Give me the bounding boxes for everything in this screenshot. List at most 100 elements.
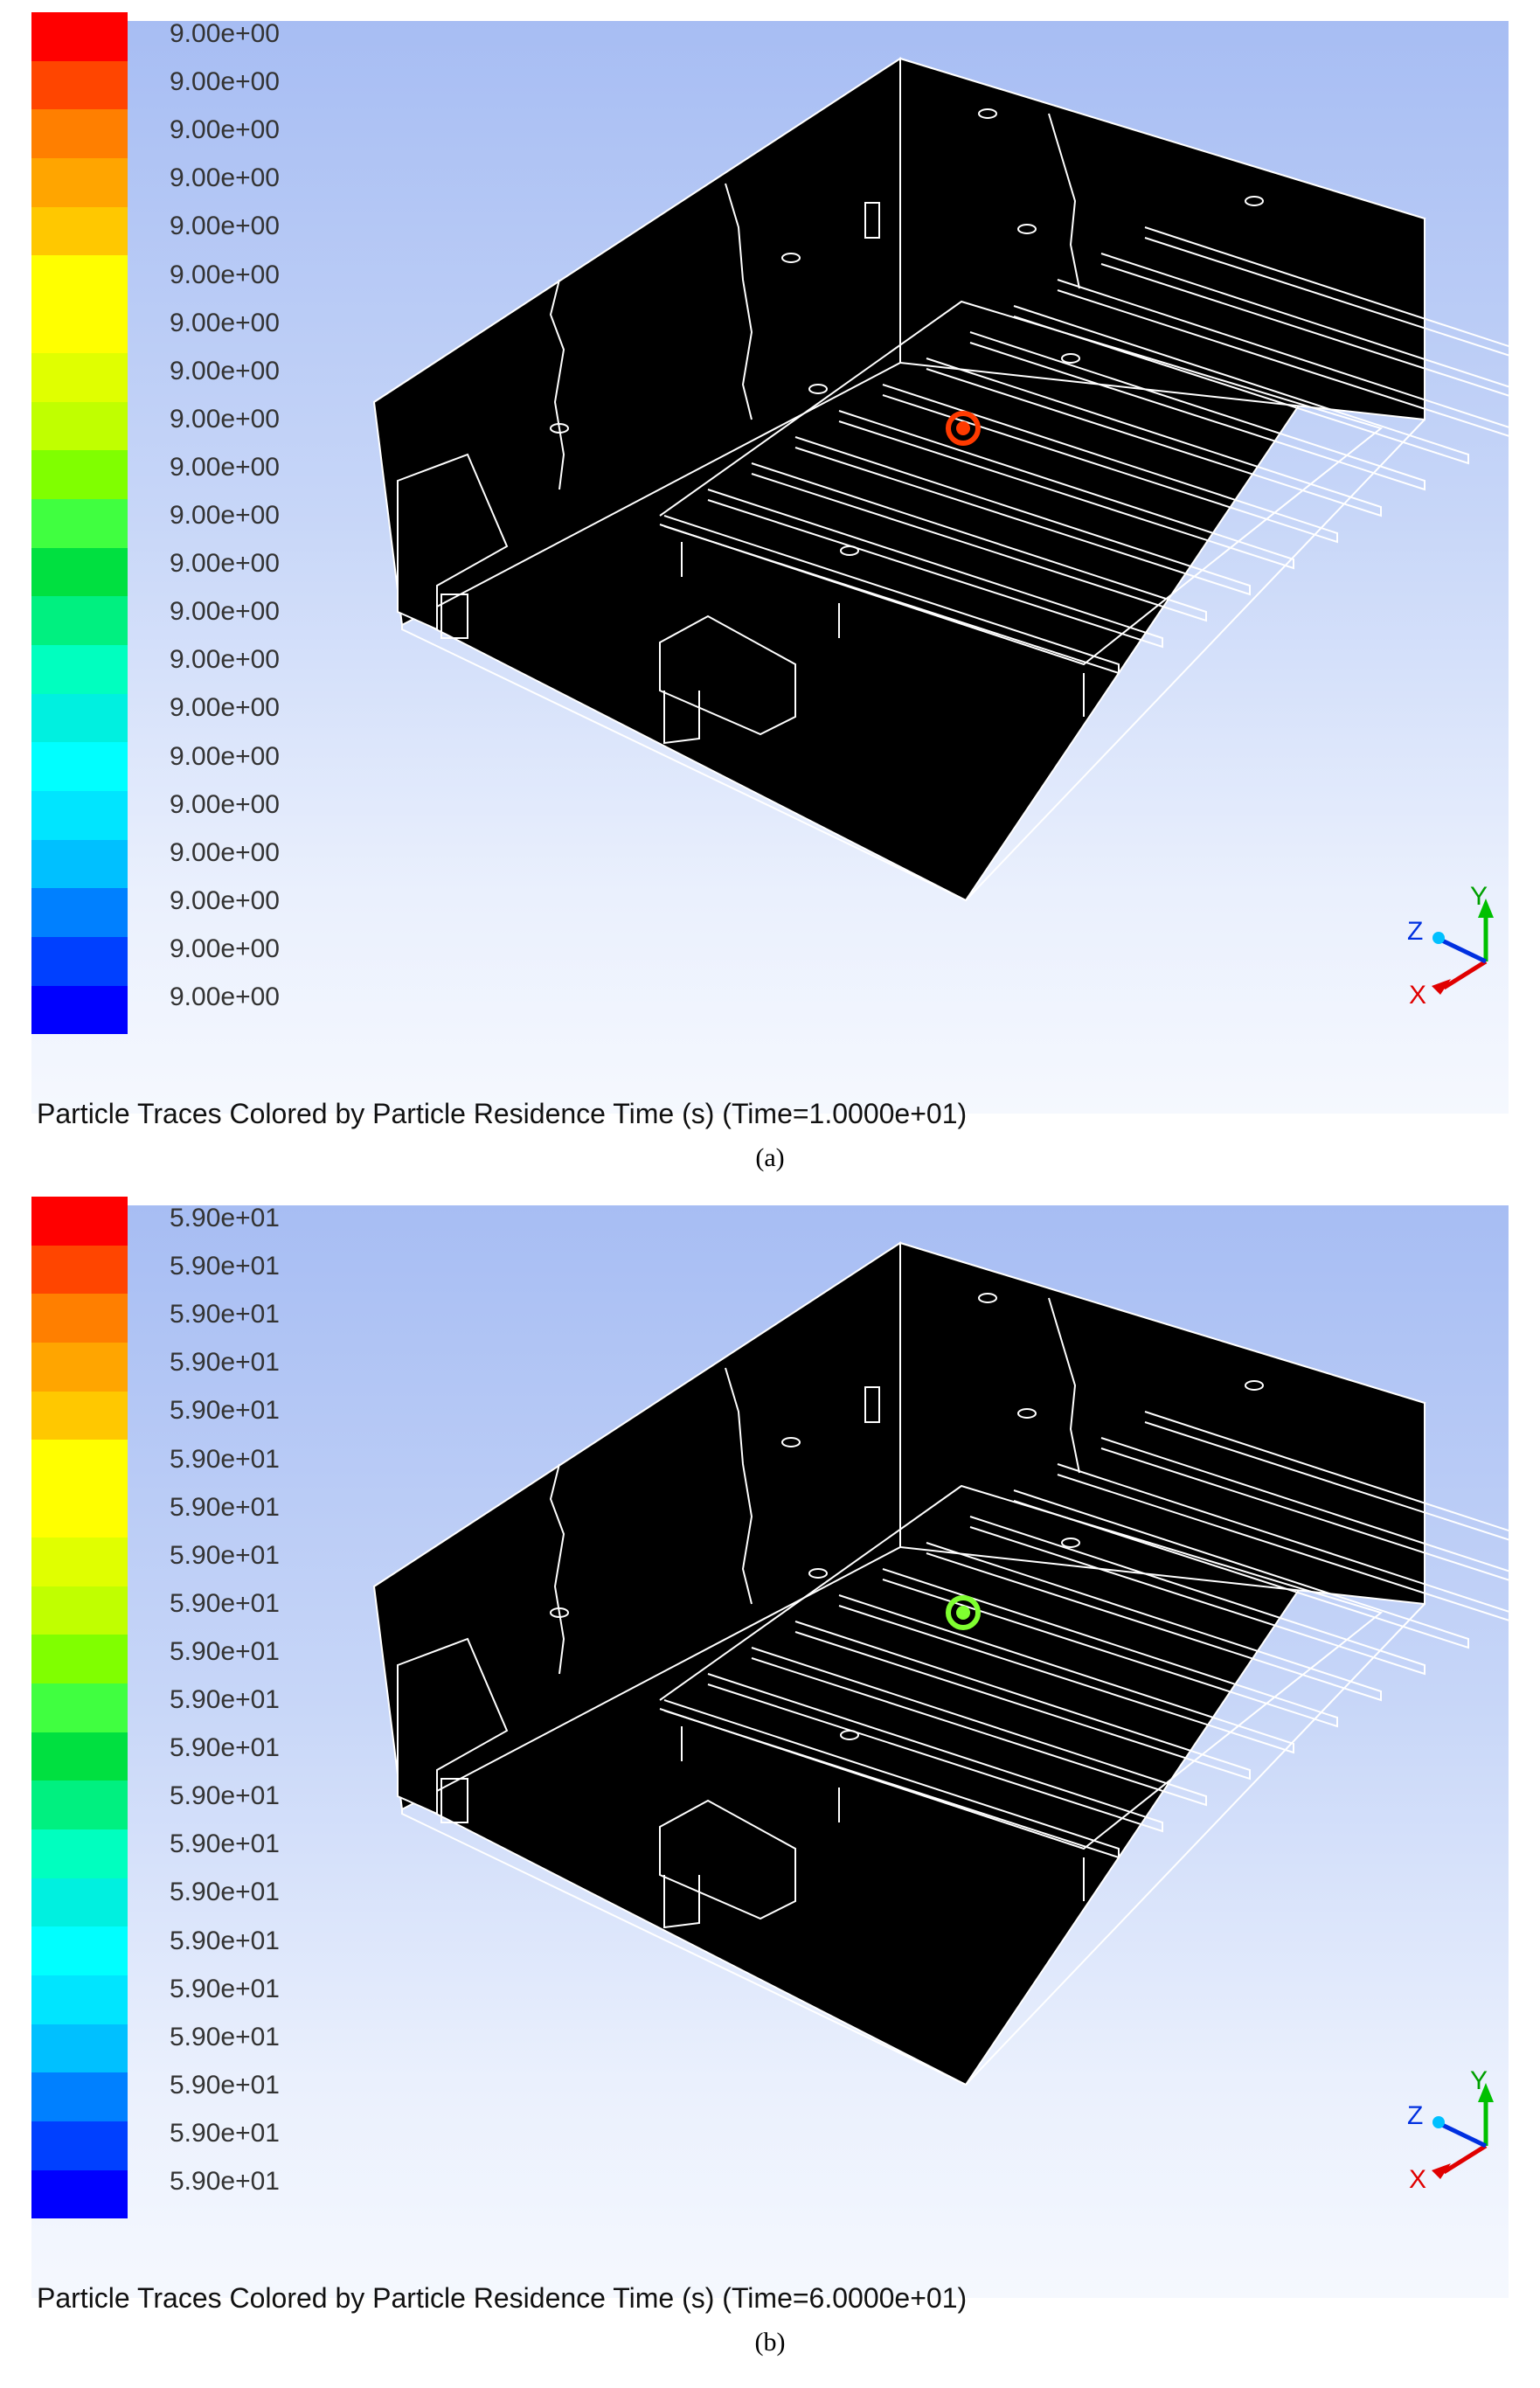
colorbar-segment	[31, 352, 128, 402]
colorbar-tick-label: 9.00e+00	[170, 163, 280, 193]
colorbar-tick-label: 5.90e+01	[170, 1588, 280, 1618]
colorbar-tick-label: 9.00e+00	[170, 549, 280, 579]
colorbar-tick-label: 5.90e+01	[170, 2167, 280, 2196]
axis-x-line	[1442, 959, 1488, 990]
colorbar-segment	[31, 1537, 128, 1586]
colorbar-tick-label: 5.90e+01	[170, 2118, 280, 2148]
colorbar-segment	[31, 1391, 128, 1440]
colorbar-segment	[31, 1732, 128, 1781]
colorbar-segment	[31, 937, 128, 986]
colorbar-segment	[31, 1245, 128, 1295]
colorbar-tick-label: 9.00e+00	[170, 741, 280, 771]
colorbar-segment	[31, 1635, 128, 1683]
colorbar-segment	[31, 60, 128, 110]
sublabel-b: (b)	[754, 2328, 786, 2357]
colorbar-segment	[31, 1829, 128, 1878]
colorbar-segment	[31, 693, 128, 743]
axis-z-dot	[1432, 2116, 1445, 2128]
axis-z-label: Z	[1407, 917, 1423, 946]
colorbar-segment	[31, 644, 128, 694]
colorbar-segment	[31, 596, 128, 645]
colorbar-tick-label: 9.00e+00	[170, 837, 280, 867]
colorbar-tick-label: 9.00e+00	[170, 885, 280, 915]
particle-core	[956, 421, 970, 435]
colorbar-tick-label: 5.90e+01	[170, 2022, 280, 2051]
colorbar-tick-label: 9.00e+00	[170, 982, 280, 1011]
colorbar-segment	[31, 1440, 128, 1489]
colorbar-tick-label: 5.90e+01	[170, 1204, 280, 1232]
colorbar-tick-label: 5.90e+01	[170, 1685, 280, 1714]
colorbar-tick-label: 5.90e+01	[170, 1540, 280, 1570]
colorbar-tick-label: 9.00e+00	[170, 693, 280, 723]
colorbar-tick-label: 5.90e+01	[170, 1492, 280, 1522]
colorbar-segment	[31, 1343, 128, 1392]
axis-y-label: Y	[1470, 2066, 1488, 2095]
colorbar-tick-label: 9.00e+00	[170, 934, 280, 963]
colorbar-segment	[31, 839, 128, 889]
colorbar-segment	[31, 1489, 128, 1538]
panel-b: Y Z X 5.90e+01 5.90e+01 5.90e+01 5.90e+01 5.90…	[0, 1184, 1540, 2369]
colorbar-tick-label: 5.90e+01	[170, 1878, 280, 1907]
colorbar-a	[31, 12, 128, 1035]
colorbar-tick-label: 9.00e+00	[170, 212, 280, 241]
colorbar-segment	[31, 450, 128, 499]
colorbar-segment	[31, 304, 128, 353]
colorbar-segment	[31, 1197, 128, 1246]
colorbar-tick-label: 9.00e+00	[170, 645, 280, 675]
colorbar-segment	[31, 2072, 128, 2122]
colorbar-b	[31, 1197, 128, 2219]
colorbar-segment	[31, 791, 128, 840]
colorbar-segment	[31, 401, 128, 451]
colorbar-segment	[31, 498, 128, 548]
colorbar-tick-label: 9.00e+00	[170, 404, 280, 434]
colorbar-tick-label: 9.00e+00	[170, 115, 280, 145]
sublabel-a: (a)	[755, 1143, 785, 1172]
caption-a: Particle Traces Colored by Particle Resi…	[37, 1098, 968, 1129]
colorbar-tick-label: 5.90e+01	[170, 1733, 280, 1763]
colorbar-tick-label: 9.00e+00	[170, 67, 280, 97]
axis-z-line	[1439, 937, 1488, 964]
colorbar-tick-label: 5.90e+01	[170, 1300, 280, 1329]
axis-z-line	[1439, 2121, 1488, 2149]
colorbar-segment	[31, 2169, 128, 2219]
colorbar-segment	[31, 2024, 128, 2073]
colorbar-segment	[31, 1975, 128, 2024]
axis-x-label: X	[1409, 981, 1426, 1010]
colorbar-tick-label: 9.00e+00	[170, 356, 280, 385]
caption-b: Particle Traces Colored by Particle Resi…	[37, 2282, 968, 2314]
colorbar-segment	[31, 742, 128, 791]
colorbar-segment	[31, 547, 128, 597]
colorbar-tick-label: 5.90e+01	[170, 1974, 280, 2003]
colorbar-tick-label: 9.00e+00	[170, 260, 280, 289]
particle-core	[956, 1606, 970, 1620]
colorbar-tick-label: 5.90e+01	[170, 1781, 280, 1811]
colorbar-tick-label: 9.00e+00	[170, 501, 280, 530]
colorbar-tick-label: 5.90e+01	[170, 2070, 280, 2100]
colorbar-segment	[31, 12, 128, 61]
axis-x-label: X	[1409, 2165, 1426, 2194]
colorbar-tick-label: 5.90e+01	[170, 1829, 280, 1859]
colorbar-segment	[31, 1683, 128, 1732]
colorbar-tick-label: 9.00e+00	[170, 597, 280, 627]
colorbar-segment	[31, 1294, 128, 1343]
colorbar-segment	[31, 1926, 128, 1975]
axis-z-label: Z	[1407, 2101, 1423, 2130]
axis-y-label: Y	[1470, 882, 1488, 911]
colorbar-tick-label: 5.90e+01	[170, 1444, 280, 1474]
colorbar-tick-label: 9.00e+00	[170, 19, 280, 48]
colorbar-segment	[31, 109, 128, 159]
axis-x-line	[1442, 2143, 1488, 2175]
colorbar-tick-label: 9.00e+00	[170, 789, 280, 819]
colorbar-segment	[31, 206, 128, 256]
colorbar-tick-label: 5.90e+01	[170, 1396, 280, 1426]
colorbar-segment	[31, 158, 128, 207]
colorbar-tick-label: 5.90e+01	[170, 1636, 280, 1666]
colorbar-segment	[31, 255, 128, 305]
colorbar-tick-label: 9.00e+00	[170, 452, 280, 482]
colorbar-tick-label: 5.90e+01	[170, 1252, 280, 1281]
colorbar-segment	[31, 888, 128, 938]
axis-z-dot	[1432, 932, 1445, 944]
colorbar-segment	[31, 985, 128, 1035]
colorbar-segment	[31, 2121, 128, 2170]
colorbar-segment	[31, 1878, 128, 1927]
